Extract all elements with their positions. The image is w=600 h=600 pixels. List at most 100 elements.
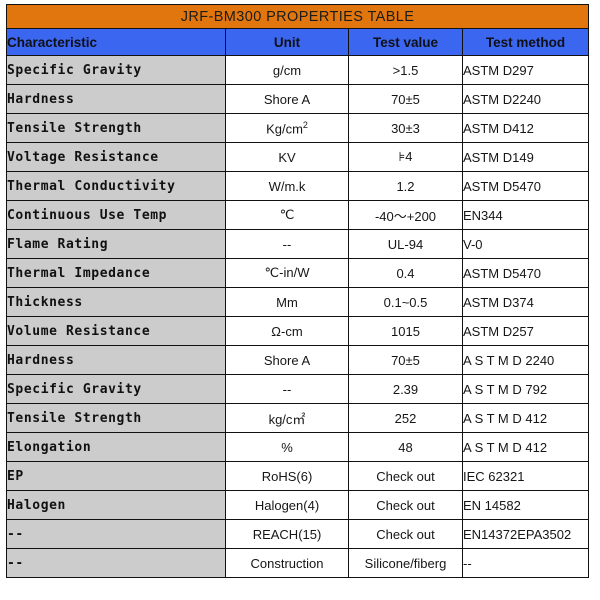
cell-unit: Mm xyxy=(225,287,349,317)
properties-table: JRF-BM300 PROPERTIES TABLE Characteristi… xyxy=(5,4,590,578)
cell-unit: W/m.k xyxy=(225,171,349,201)
cell-unit: Ω-cm xyxy=(225,316,349,346)
cell-test-method: -- xyxy=(461,548,590,578)
cell-test-value: 1015 xyxy=(348,316,463,346)
properties-table-container: JRF-BM300 PROPERTIES TABLE Characteristi… xyxy=(5,4,590,578)
cell-unit: Kg/cm2 xyxy=(225,113,349,143)
cell-characteristic: Voltage Resistance xyxy=(6,142,226,172)
cell-test-method: ASTM D149 xyxy=(461,142,590,172)
cell-test-method: ASTM D5470 xyxy=(461,258,590,288)
table-row: Specific Gravity -- 2.39 A S T M D 792 xyxy=(6,374,590,404)
cell-test-method: EN14372EPA3502 xyxy=(461,519,590,549)
cell-test-method: ASTM D412 xyxy=(461,113,590,143)
cell-unit: -- xyxy=(225,374,349,404)
table-row: Volume Resistance Ω-cm 1015 ASTM D257 xyxy=(6,316,590,346)
table-row: Hardness Shore A 70±5 ASTM D2240 xyxy=(6,84,590,114)
cell-test-method: A S T M D 412 xyxy=(461,403,590,433)
cell-unit: -- xyxy=(225,229,349,259)
cell-characteristic: -- xyxy=(6,548,226,578)
table-row: Halogen Halogen(4) Check out EN 14582 xyxy=(6,490,590,520)
cell-test-method: A S T M D 792 xyxy=(461,374,590,404)
cell-test-value: UL-94 xyxy=(348,229,463,259)
table-row: Specific Gravity g/cm >1.5 ASTM D297 xyxy=(6,55,590,85)
cell-unit: g/cm xyxy=(225,55,349,85)
cell-test-value: 252 xyxy=(348,403,463,433)
cell-characteristic: Thermal Conductivity xyxy=(6,171,226,201)
cell-test-method: A S T M D 2240 xyxy=(461,345,590,375)
cell-characteristic: Specific Gravity xyxy=(6,55,226,85)
table-row: -- Construction Silicone/fiberg -- xyxy=(6,548,590,578)
cell-test-method: ASTM D297 xyxy=(461,55,590,85)
cell-test-method: V-0 xyxy=(461,229,590,259)
table-row: Tensile Strength kg/c㎡ 252 A S T M D 412 xyxy=(6,403,590,433)
cell-test-value: Silicone/fiberg xyxy=(348,548,463,578)
cell-test-method: ASTM D2240 xyxy=(461,84,590,114)
cell-unit: RoHS(6) xyxy=(225,461,349,491)
cell-characteristic: Tensile Strength xyxy=(6,403,226,433)
cell-test-value: 1.2 xyxy=(348,171,463,201)
cell-characteristic: EP xyxy=(6,461,226,491)
cell-unit: ℃ xyxy=(225,200,349,230)
cell-unit: % xyxy=(225,432,349,462)
cell-unit: Halogen(4) xyxy=(225,490,349,520)
column-header-unit: Unit xyxy=(225,28,349,56)
cell-characteristic: Flame Rating xyxy=(6,229,226,259)
cell-test-value: Check out xyxy=(348,461,463,491)
cell-test-value: >1.5 xyxy=(348,55,463,85)
cell-test-value: 0.1~0.5 xyxy=(348,287,463,317)
table-title-row: JRF-BM300 PROPERTIES TABLE xyxy=(5,4,590,29)
cell-unit: ℃-in/W xyxy=(225,258,349,288)
cell-test-value: 70±5 xyxy=(348,84,463,114)
cell-unit: KV xyxy=(225,142,349,172)
column-header-test-value: Test value xyxy=(348,28,463,56)
table-row: Flame Rating -- UL-94 V-0 xyxy=(6,229,590,259)
cell-test-method: IEC 62321 xyxy=(461,461,590,491)
cell-unit: Shore A xyxy=(225,84,349,114)
cell-test-method: EN344 xyxy=(461,200,590,230)
cell-characteristic: Halogen xyxy=(6,490,226,520)
table-row: Tensile Strength Kg/cm2 30±3 ASTM D412 xyxy=(6,113,590,143)
column-header-test-method: Test method xyxy=(461,28,590,56)
table-body: JRF-BM300 PROPERTIES TABLE Characteristi… xyxy=(5,4,590,578)
table-row: Thickness Mm 0.1~0.5 ASTM D374 xyxy=(6,287,590,317)
cell-test-method: EN 14582 xyxy=(461,490,590,520)
table-row: Voltage Resistance KV ⊧4 ASTM D149 xyxy=(6,142,590,172)
cell-characteristic: Elongation xyxy=(6,432,226,462)
cell-characteristic: Thermal Impedance xyxy=(6,258,226,288)
cell-unit: REACH(15) xyxy=(225,519,349,549)
cell-test-method: ASTM D257 xyxy=(461,316,590,346)
cell-test-value: ⊧4 xyxy=(348,142,463,172)
cell-test-value: 2.39 xyxy=(348,374,463,404)
cell-test-value: 0.4 xyxy=(348,258,463,288)
page-title: JRF-BM300 PROPERTIES TABLE xyxy=(5,4,590,29)
cell-test-value: Check out xyxy=(348,519,463,549)
cell-unit: kg/c㎡ xyxy=(225,403,349,433)
table-row: -- REACH(15) Check out EN14372EPA3502 xyxy=(6,519,590,549)
cell-test-value: 70±5 xyxy=(348,345,463,375)
column-header-characteristic: Characteristic xyxy=(6,28,226,56)
table-row: Elongation% 48 A S T M D 412 xyxy=(6,432,590,462)
table-row: Thermal Conductivity W/m.k 1.2 ASTM D5470 xyxy=(6,171,590,201)
cell-characteristic: Specific Gravity xyxy=(6,374,226,404)
cell-characteristic: Volume Resistance xyxy=(6,316,226,346)
cell-test-method: A S T M D 412 xyxy=(461,432,590,462)
cell-characteristic: Hardness xyxy=(6,84,226,114)
table-row: EP RoHS(6) Check out IEC 62321 xyxy=(6,461,590,491)
table-row: Continuous Use Temp ℃ -40～+200 EN344 xyxy=(6,200,590,230)
cell-characteristic: Hardness xyxy=(6,345,226,375)
cell-test-method: ASTM D5470 xyxy=(461,171,590,201)
table-row: Hardness Shore A 70±5 A S T M D 2240 xyxy=(6,345,590,375)
cell-test-value: -40～+200 xyxy=(348,200,463,230)
cell-characteristic: -- xyxy=(6,519,226,549)
cell-characteristic: Continuous Use Temp xyxy=(6,200,226,230)
table-row: Thermal Impedance ℃-in/W 0.4 ASTM D5470 xyxy=(6,258,590,288)
cell-characteristic: Tensile Strength xyxy=(6,113,226,143)
cell-unit: Shore A xyxy=(225,345,349,375)
cell-test-method: ASTM D374 xyxy=(461,287,590,317)
cell-test-value: 30±3 xyxy=(348,113,463,143)
cell-characteristic: Thickness xyxy=(6,287,226,317)
cell-test-value: Check out xyxy=(348,490,463,520)
cell-test-value: 48 xyxy=(348,432,463,462)
cell-unit: Construction xyxy=(225,548,349,578)
table-header-row: Characteristic Unit Test value Test meth… xyxy=(6,28,590,56)
